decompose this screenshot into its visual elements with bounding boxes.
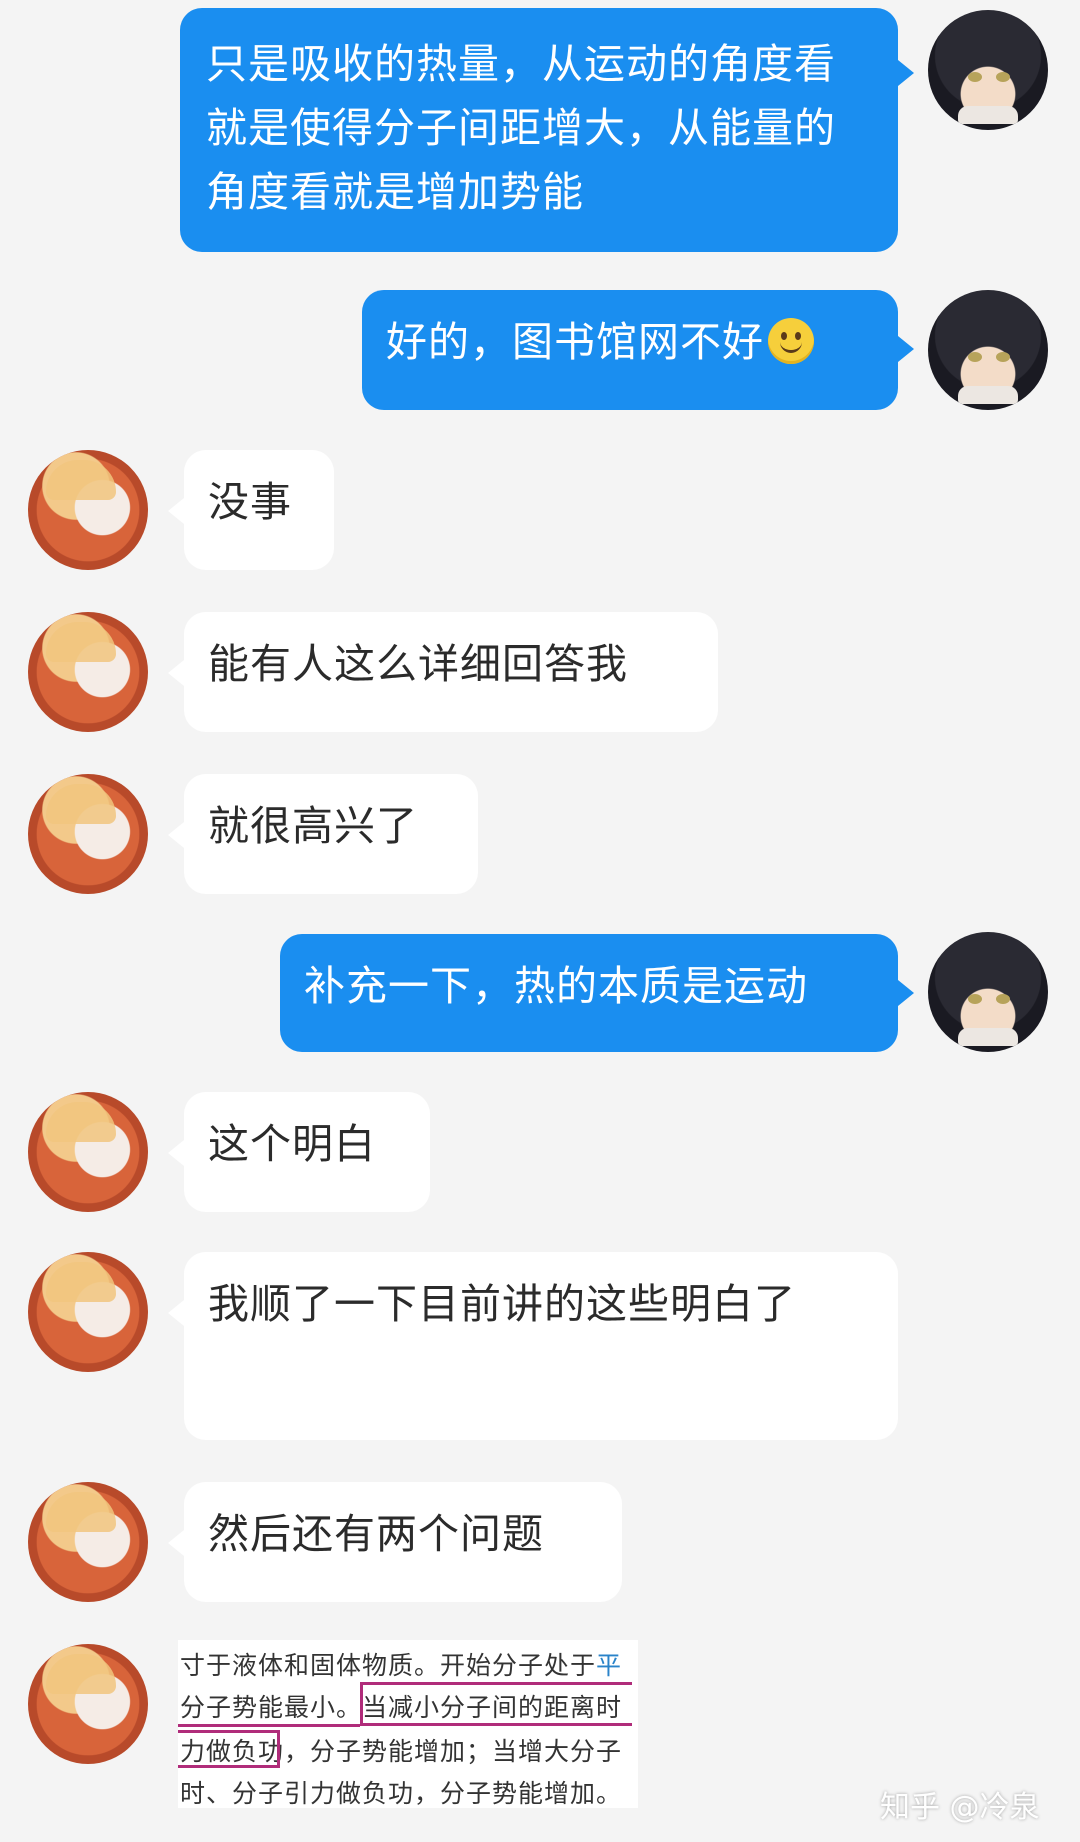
avatar[interactable] <box>28 1092 148 1212</box>
message-text: 就很高兴了 <box>208 802 418 850</box>
bubble-tail <box>168 1140 184 1166</box>
highlight-box <box>178 1730 280 1768</box>
message-text: 只是吸收的热量，从运动的角度看就是使得分子间距增大，从能量的角度看就是增加势能 <box>206 40 836 216</box>
avatar[interactable] <box>28 450 148 570</box>
message-text: 能有人这么详细回答我 <box>208 640 628 688</box>
bubble-tail <box>168 660 184 686</box>
message-bubble[interactable]: 只是吸收的热量，从运动的角度看就是使得分子间距增大，从能量的角度看就是增加势能 <box>180 8 898 252</box>
message-bubble[interactable]: 能有人这么详细回答我 <box>184 612 718 732</box>
avatar[interactable] <box>28 1252 148 1372</box>
bubble-tail <box>168 1300 184 1326</box>
avatar[interactable] <box>28 1482 148 1602</box>
avatar[interactable] <box>928 10 1048 130</box>
message-bubble[interactable]: 补充一下，热的本质是运动 <box>280 934 898 1052</box>
image-message[interactable]: 寸于液体和固体物质。开始分子处于平 分子势能最小。当减小分子间的距离时 力做负功… <box>178 1640 638 1808</box>
message-bubble[interactable]: 没事 <box>184 450 334 570</box>
bubble-tail <box>168 1530 184 1556</box>
highlight-box <box>178 1724 360 1727</box>
message-text: 好的，图书馆网不好 <box>386 318 764 366</box>
bubble-tail <box>898 980 914 1006</box>
message-text: 没事 <box>208 478 292 526</box>
message-bubble[interactable]: 我顺了一下目前讲的这些明白了 <box>184 1252 898 1440</box>
bubble-tail <box>168 822 184 848</box>
highlight-box <box>360 1682 632 1726</box>
slightly-smiling-face-icon <box>768 318 814 364</box>
avatar[interactable] <box>28 1644 148 1764</box>
bubble-tail <box>168 498 184 524</box>
message-bubble[interactable]: 这个明白 <box>184 1092 430 1212</box>
message-text: 这个明白 <box>208 1120 376 1168</box>
message-bubble[interactable]: 然后还有两个问题 <box>184 1482 622 1602</box>
message-text: 补充一下，热的本质是运动 <box>304 962 808 1010</box>
message-text: 我顺了一下目前讲的这些明白了 <box>208 1280 796 1328</box>
watermark: 知乎 @冷泉 <box>880 1790 1040 1825</box>
avatar[interactable] <box>928 290 1048 410</box>
avatar[interactable] <box>28 612 148 732</box>
image-text-line: 时、分子引力做负功，分子势能增加。 <box>180 1779 623 1808</box>
message-text: 然后还有两个问题 <box>208 1510 544 1558</box>
message-bubble[interactable]: 就很高兴了 <box>184 774 478 894</box>
bubble-tail <box>898 60 914 86</box>
message-bubble[interactable]: 好的，图书馆网不好 <box>362 290 898 410</box>
avatar[interactable] <box>928 932 1048 1052</box>
bubble-tail <box>898 336 914 362</box>
image-text-line: 寸于液体和固体物质。开始分子处于平 <box>180 1651 623 1680</box>
avatar[interactable] <box>28 774 148 894</box>
